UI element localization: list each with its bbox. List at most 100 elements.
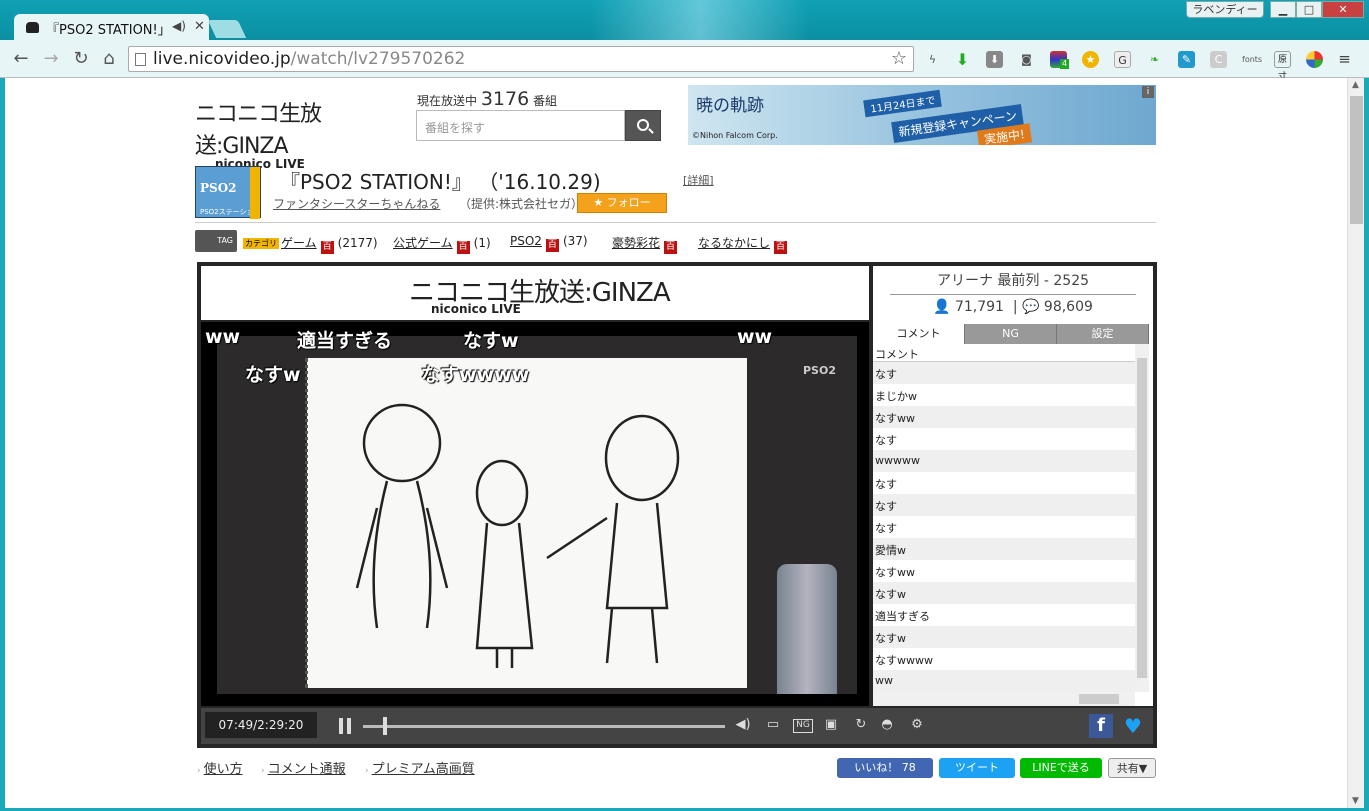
comment-hscrollbar[interactable] (873, 692, 1135, 706)
tag-item-official-game[interactable]: 公式ゲーム百 (1) (393, 234, 491, 254)
search-input[interactable]: 番組を探す (416, 110, 625, 141)
comment-panel: アリーナ 最前列 - 2525 👤 71,791 | 💬 98,609 コメント… (873, 266, 1153, 706)
seek-handle[interactable] (382, 717, 387, 735)
comment-toggle-icon[interactable]: ▭ (763, 717, 783, 735)
stack-icon[interactable]: 4 (1050, 51, 1070, 69)
pause-button[interactable] (339, 718, 351, 734)
dic-icon[interactable]: 百 (320, 241, 334, 254)
tab-settings[interactable]: 設定 (1057, 324, 1149, 344)
search-button[interactable] (625, 110, 661, 141)
comment-row[interactable]: ww (873, 670, 1135, 692)
new-tab-button[interactable] (207, 20, 247, 38)
tag-item-game[interactable]: カテゴリ ゲーム百 (2177) (243, 234, 378, 254)
dic-icon[interactable]: 百 (664, 241, 678, 254)
dic-icon[interactable]: 百 (545, 239, 559, 252)
leaf-icon[interactable]: ❧ (1146, 51, 1163, 68)
menu-icon[interactable]: ≡ (1336, 51, 1353, 68)
overlay-comment: なすwwww (421, 364, 530, 386)
tab-comment[interactable]: コメント (873, 324, 965, 344)
help-link[interactable]: › 使い方 (197, 758, 243, 777)
comment-row[interactable]: wwwww (873, 450, 1135, 472)
line-button[interactable]: LINEで送る (1020, 758, 1102, 778)
globe-icon[interactable] (1306, 51, 1323, 68)
facebook-icon[interactable]: f (1089, 714, 1113, 738)
ad-banner[interactable]: 暁の軌跡 ©Nihon Falcom Corp. 11月24日まで 新規登録キャ… (688, 85, 1156, 145)
tag-count: (1) (473, 236, 491, 250)
settings-gear-icon[interactable]: ⚙ (907, 717, 927, 735)
browser-tab[interactable]: 『PSO2 STATION!」 ◀) ✕ (14, 14, 209, 42)
scroll-down-icon[interactable]: ▼ (1352, 796, 1359, 806)
reload-icon[interactable]: ↻ (70, 48, 92, 69)
kanji-icon[interactable]: 原寸 (1274, 51, 1291, 82)
fonts-icon[interactable]: fonts (1242, 51, 1262, 68)
tweet-button[interactable]: ツイート (939, 758, 1015, 778)
report-link[interactable]: › コメント通報 (261, 758, 346, 777)
screen-size-icon[interactable]: ▣ (821, 717, 841, 735)
comment-scrollbar[interactable] (1135, 344, 1149, 692)
home-icon[interactable]: ⌂ (98, 48, 120, 69)
bolt-icon[interactable]: ϟ (924, 51, 941, 68)
tag-item-person1[interactable]: 豪勢彩花百 (612, 234, 681, 254)
tag-count: (2177) (337, 236, 378, 250)
comment-row[interactable]: 愛情w (873, 538, 1135, 560)
comment-row[interactable]: まじかw (873, 384, 1135, 406)
tag-name: なるなかにし (698, 236, 771, 250)
share-button[interactable]: 共有▼ (1108, 758, 1156, 778)
dic-icon[interactable]: 百 (456, 241, 470, 254)
audio-icon[interactable]: ◀) (172, 19, 186, 33)
comment-row[interactable]: なす (873, 362, 1135, 384)
premium-link[interactable]: › プレミアム高画質 (365, 758, 475, 777)
ng-icon[interactable]: NG (793, 719, 813, 733)
comment-row[interactable]: なすw (873, 626, 1135, 648)
profile-button[interactable]: ラベンディー (1186, 1, 1264, 18)
comment-row[interactable]: なす (873, 494, 1135, 516)
page-scrollbar[interactable]: ▲ ▼ (1347, 78, 1364, 808)
bookmark-star-icon[interactable]: ☆ (891, 48, 907, 69)
comment-scroll-thumb[interactable] (1137, 358, 1147, 678)
comment-row[interactable]: なす (873, 428, 1135, 450)
tag-item-pso2[interactable]: PSO2 百 (37) (510, 234, 588, 252)
comment-row[interactable]: なすw (873, 582, 1135, 604)
tab-ng[interactable]: NG (965, 324, 1057, 344)
address-bar[interactable]: live.nicovideo.jp/watch/lv279570262 ☆ (128, 46, 914, 72)
video-screen[interactable]: PSO2 ww 適当すぎる なすw ww なすw なすwwww (201, 322, 869, 706)
g-icon[interactable]: G (1114, 51, 1131, 68)
twitter-icon[interactable]: ♥ (1121, 714, 1145, 738)
dic-icon[interactable]: 百 (774, 241, 788, 254)
c-icon[interactable]: C (1210, 51, 1227, 68)
comment-row[interactable]: なすww (873, 406, 1135, 428)
close-window-button[interactable]: ✕ (1322, 1, 1364, 18)
camera-icon[interactable]: ◙ (1018, 51, 1035, 68)
ad-info-icon[interactable]: i (1142, 86, 1154, 98)
comment-row[interactable]: なすww (873, 560, 1135, 582)
site-logo[interactable]: ニコニコ生放送:GINZA niconico LIVE (195, 96, 400, 171)
page-scroll-thumb[interactable] (1350, 96, 1363, 224)
tab-close-icon[interactable]: ✕ (194, 19, 205, 34)
comment-row[interactable]: なす (873, 472, 1135, 494)
comment-hscroll-thumb[interactable] (1079, 694, 1119, 704)
pen-icon[interactable]: ✎ (1178, 51, 1195, 68)
comment-row[interactable]: 適当すぎる (873, 604, 1135, 626)
like-button[interactable]: いいね！ 78 (837, 758, 933, 778)
reload-player-icon[interactable]: ↻ (851, 717, 871, 735)
coin-icon[interactable]: ★ (1082, 51, 1099, 68)
seek-bar[interactable] (363, 725, 725, 728)
channel-link[interactable]: ファンタシースターちゃんねる (273, 195, 440, 212)
divider (195, 222, 1156, 223)
detail-link[interactable]: [詳細] (683, 172, 714, 188)
maximize-button[interactable]: □ (1296, 1, 1322, 18)
forward-icon[interactable]: → (40, 48, 62, 69)
logo-sub: :GINZA (216, 134, 289, 159)
download-gray-icon[interactable]: ⬇ (986, 51, 1003, 68)
comment-row[interactable]: なすwwww (873, 648, 1135, 670)
app-icon[interactable]: ◓ (877, 717, 897, 735)
tag-item-person2[interactable]: なるなかにし百 (698, 234, 791, 254)
comment-row[interactable]: なす (873, 516, 1135, 538)
download-green-icon[interactable]: ⬇ (954, 51, 971, 68)
volume-icon[interactable]: ◀) (733, 717, 753, 735)
channel-thumbnail[interactable]: PSO2 PSO2ステーション! (195, 166, 261, 226)
minimize-button[interactable]: ▁ (1270, 1, 1296, 18)
follow-button[interactable]: ★ フォロー (577, 193, 667, 213)
scroll-up-icon[interactable]: ▲ (1352, 80, 1359, 90)
back-icon[interactable]: ← (10, 48, 32, 69)
